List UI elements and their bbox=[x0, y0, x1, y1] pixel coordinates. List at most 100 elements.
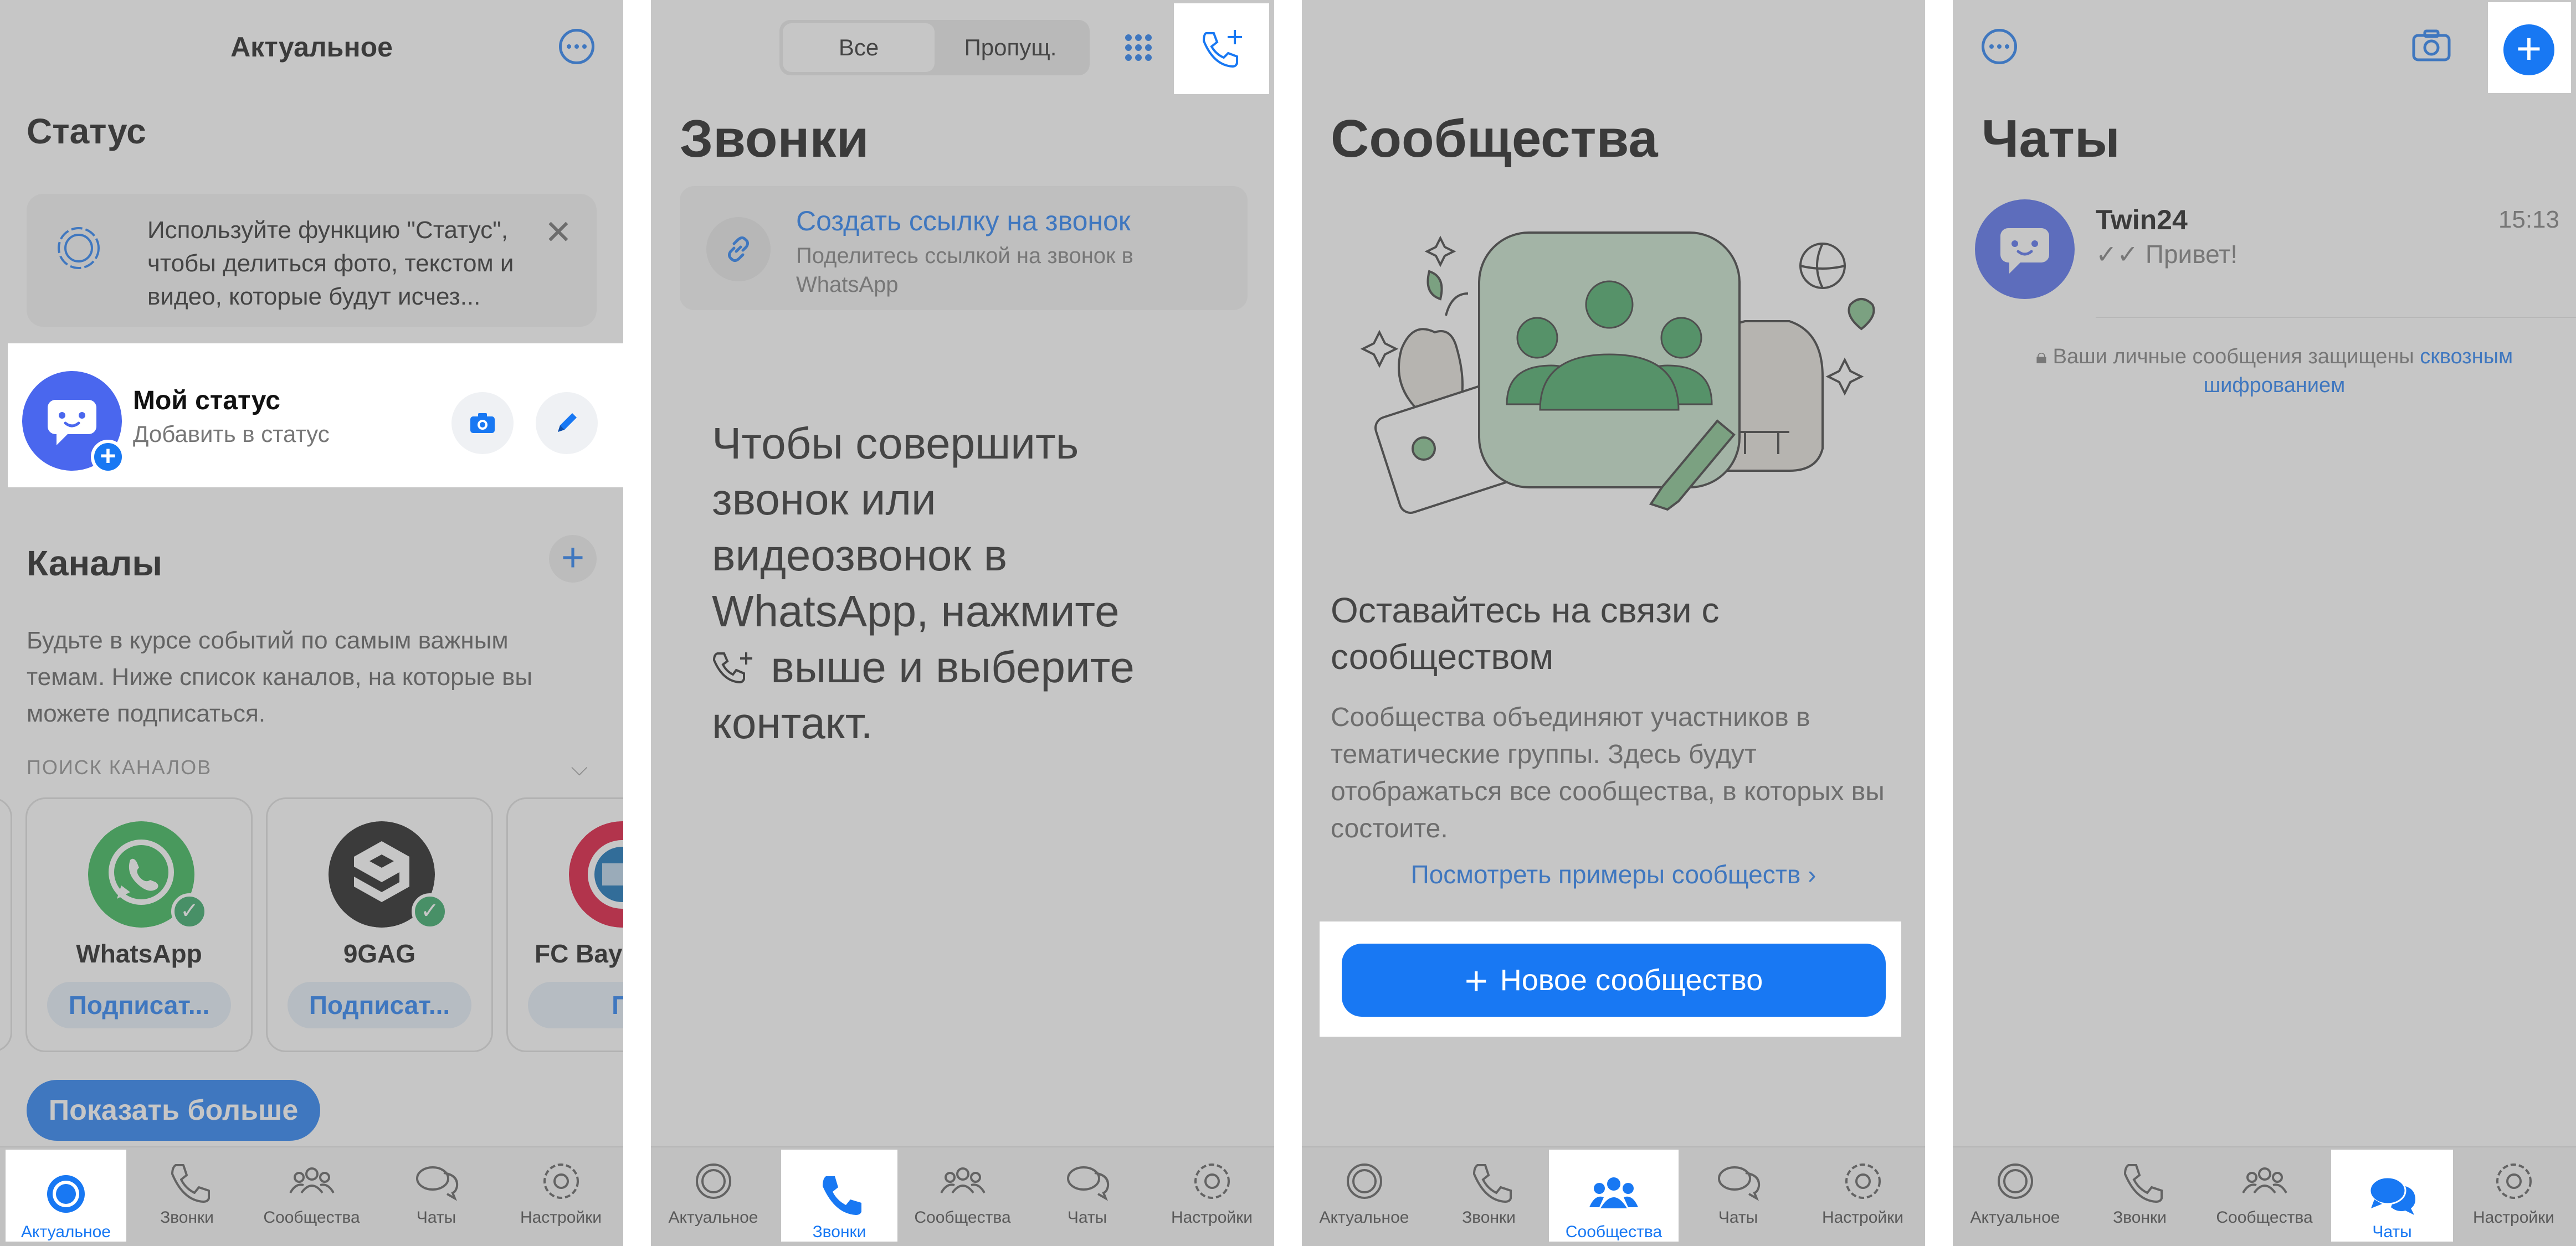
nav-chats[interactable]: Чаты bbox=[1027, 1157, 1148, 1227]
nav-label: Сообщества bbox=[263, 1208, 360, 1227]
status-icon bbox=[695, 1163, 731, 1199]
keypad-icon[interactable] bbox=[1125, 34, 1152, 61]
nav-calls[interactable]: Звонки bbox=[1428, 1157, 1550, 1227]
instructions-part-2: выше и выберите контакт. bbox=[712, 642, 1135, 748]
chat-name: Twin24 bbox=[2096, 204, 2188, 235]
nav-label: Сообщества bbox=[2216, 1208, 2313, 1227]
calls-filter[interactable]: Все Пропущ. bbox=[779, 20, 1090, 75]
page-title: Звонки bbox=[680, 109, 869, 168]
nav-settings[interactable]: Настройки bbox=[1802, 1157, 1924, 1227]
channel-card[interactable]: ✓ 9GAG Подписат... bbox=[266, 797, 493, 1052]
panel-updates: Актуальное Статус Используйте функцию "С… bbox=[0, 0, 623, 1246]
pencil-icon bbox=[558, 413, 577, 432]
channels-search-label[interactable]: ПОИСК КАНАЛОВ bbox=[27, 756, 212, 779]
chat-bubbles-icon bbox=[2369, 1176, 2415, 1215]
close-icon[interactable]: ✕ bbox=[545, 216, 572, 249]
channel-card[interactable]: FC Baye Подпи bbox=[506, 797, 623, 1052]
nav-chats-active[interactable]: Чаты bbox=[2331, 1161, 2453, 1242]
nav-settings[interactable]: Настройки bbox=[1151, 1157, 1273, 1227]
plus-icon: + bbox=[1464, 959, 1488, 1003]
phone-icon bbox=[171, 1164, 210, 1203]
create-link-title: Создать ссылку на звонок bbox=[796, 205, 1131, 236]
nav-calls[interactable]: Звонки bbox=[126, 1157, 248, 1227]
camera-button[interactable] bbox=[451, 392, 514, 454]
nav-label: Настройки bbox=[520, 1208, 602, 1227]
new-community-label: Новое сообщество bbox=[1500, 964, 1763, 997]
new-community-button[interactable]: + Новое сообщество bbox=[1342, 944, 1886, 1017]
subscribe-button[interactable]: Подписат... bbox=[47, 982, 231, 1028]
nav-updates[interactable]: Актуальное bbox=[1954, 1157, 2076, 1227]
phone-icon bbox=[2123, 1164, 2163, 1203]
nav-communities[interactable]: Сообщества bbox=[251, 1157, 373, 1227]
nav-label: Актуальное bbox=[1970, 1208, 2060, 1227]
create-call-link[interactable]: Создать ссылку на звонок Поделитесь ссыл… bbox=[680, 186, 1248, 310]
nav-calls-active[interactable]: Звонки bbox=[781, 1161, 897, 1242]
create-link-subtitle: Поделитесь ссылкой на звонок в WhatsApp bbox=[796, 244, 1133, 297]
subscribe-button[interactable]: Подписат... bbox=[288, 982, 471, 1028]
channels-heading: Каналы bbox=[27, 543, 162, 583]
gear-icon bbox=[1194, 1163, 1230, 1199]
gear-icon bbox=[543, 1163, 579, 1199]
see-examples-label: Посмотреть примеры сообществ bbox=[1410, 860, 1801, 889]
new-chat-button[interactable]: + bbox=[2488, 2, 2571, 93]
nav-label: Актуальное bbox=[1319, 1208, 1409, 1227]
nav-chats[interactable]: Чаты bbox=[376, 1157, 497, 1227]
people-icon bbox=[1589, 1177, 1638, 1208]
last-message-text: Привет! bbox=[2145, 240, 2238, 269]
nav-updates[interactable]: Актуальное bbox=[653, 1157, 774, 1227]
more-options-button[interactable] bbox=[559, 29, 594, 64]
chat-list-item[interactable]: Twin24 15:13 ✓✓ Привет! bbox=[1975, 199, 2559, 310]
bottom-nav: Актуальное Звонки Сообщества Чаты Настро… bbox=[1953, 1146, 2576, 1246]
chat-bubbles-icon bbox=[1066, 1166, 1109, 1201]
channel-card[interactable] bbox=[0, 797, 12, 1052]
chevron-down-icon[interactable]: ⌵ bbox=[571, 756, 588, 781]
nav-label: Звонки bbox=[1462, 1208, 1516, 1227]
bottom-nav: Актуальное Звонки Сообщества Чаты Настро… bbox=[651, 1146, 1274, 1246]
chat-bubble-face-icon bbox=[2000, 228, 2049, 274]
nav-communities[interactable]: Сообщества bbox=[2204, 1157, 2326, 1227]
chat-bubbles-icon bbox=[1717, 1166, 1760, 1201]
status-tip-text: Используйте функцию "Статус", чтобы дели… bbox=[147, 217, 514, 310]
add-status-icon[interactable]: + bbox=[91, 440, 125, 474]
nav-label: Чаты bbox=[2372, 1223, 2412, 1241]
communities-description: Сообщества объединяют участников в темат… bbox=[1331, 703, 1885, 843]
avatar: + bbox=[22, 371, 125, 474]
nav-calls[interactable]: Звонки bbox=[2079, 1157, 2201, 1227]
nav-settings[interactable]: Настройки bbox=[500, 1157, 622, 1227]
channels-description: Будьте в курсе событий по самым важным т… bbox=[27, 627, 532, 727]
channel-card[interactable]: ✓ WhatsApp Подписат... bbox=[25, 797, 253, 1052]
nav-communities[interactable]: Сообщества bbox=[902, 1157, 1024, 1227]
nav-label: Звонки bbox=[2113, 1208, 2167, 1227]
status-tip-card: Используйте функцию "Статус", чтобы дели… bbox=[27, 194, 597, 327]
lock-icon: 🔒︎ bbox=[2035, 345, 2053, 368]
encryption-notice: 🔒︎ Ваши личные сообщения защищены сквозн… bbox=[2006, 342, 2543, 400]
nav-chats[interactable]: Чаты bbox=[1677, 1157, 1799, 1227]
status-icon bbox=[58, 227, 100, 269]
edit-button[interactable] bbox=[536, 392, 598, 454]
people-icon bbox=[940, 1167, 986, 1194]
nav-label: Звонки bbox=[812, 1223, 866, 1241]
channel-name: WhatsApp bbox=[76, 939, 202, 968]
filter-missed[interactable]: Пропущ. bbox=[935, 23, 1086, 72]
nav-updates-active[interactable]: Актуальное bbox=[8, 1161, 124, 1242]
my-status-row[interactable]: + Мой статус Добавить в статус bbox=[8, 343, 623, 487]
see-examples-link[interactable]: Посмотреть примеры сообществ › bbox=[1302, 859, 1925, 889]
new-call-button[interactable] bbox=[1174, 3, 1269, 94]
camera-icon[interactable] bbox=[2410, 24, 2452, 66]
status-icon bbox=[47, 1175, 85, 1213]
my-status-name: Мой статус bbox=[133, 386, 280, 415]
chat-time: 15:13 bbox=[2498, 206, 2559, 233]
nav-label: Сообщества bbox=[914, 1208, 1011, 1227]
nav-updates[interactable]: Актуальное bbox=[1304, 1157, 1425, 1227]
filter-all[interactable]: Все bbox=[783, 23, 935, 72]
subscribe-button[interactable]: Подпи bbox=[528, 982, 623, 1028]
add-call-icon bbox=[1202, 30, 1242, 68]
show-more-button[interactable]: Показать больше bbox=[27, 1080, 320, 1141]
gear-icon bbox=[1845, 1163, 1881, 1199]
nav-settings[interactable]: Настройки bbox=[2453, 1157, 2575, 1227]
more-options-button[interactable] bbox=[1982, 29, 2017, 64]
people-icon bbox=[289, 1167, 335, 1194]
nav-communities-active[interactable]: Сообщества bbox=[1549, 1161, 1679, 1242]
add-channel-button[interactable]: + bbox=[549, 535, 597, 583]
nav-label: Актуальное bbox=[668, 1208, 758, 1227]
